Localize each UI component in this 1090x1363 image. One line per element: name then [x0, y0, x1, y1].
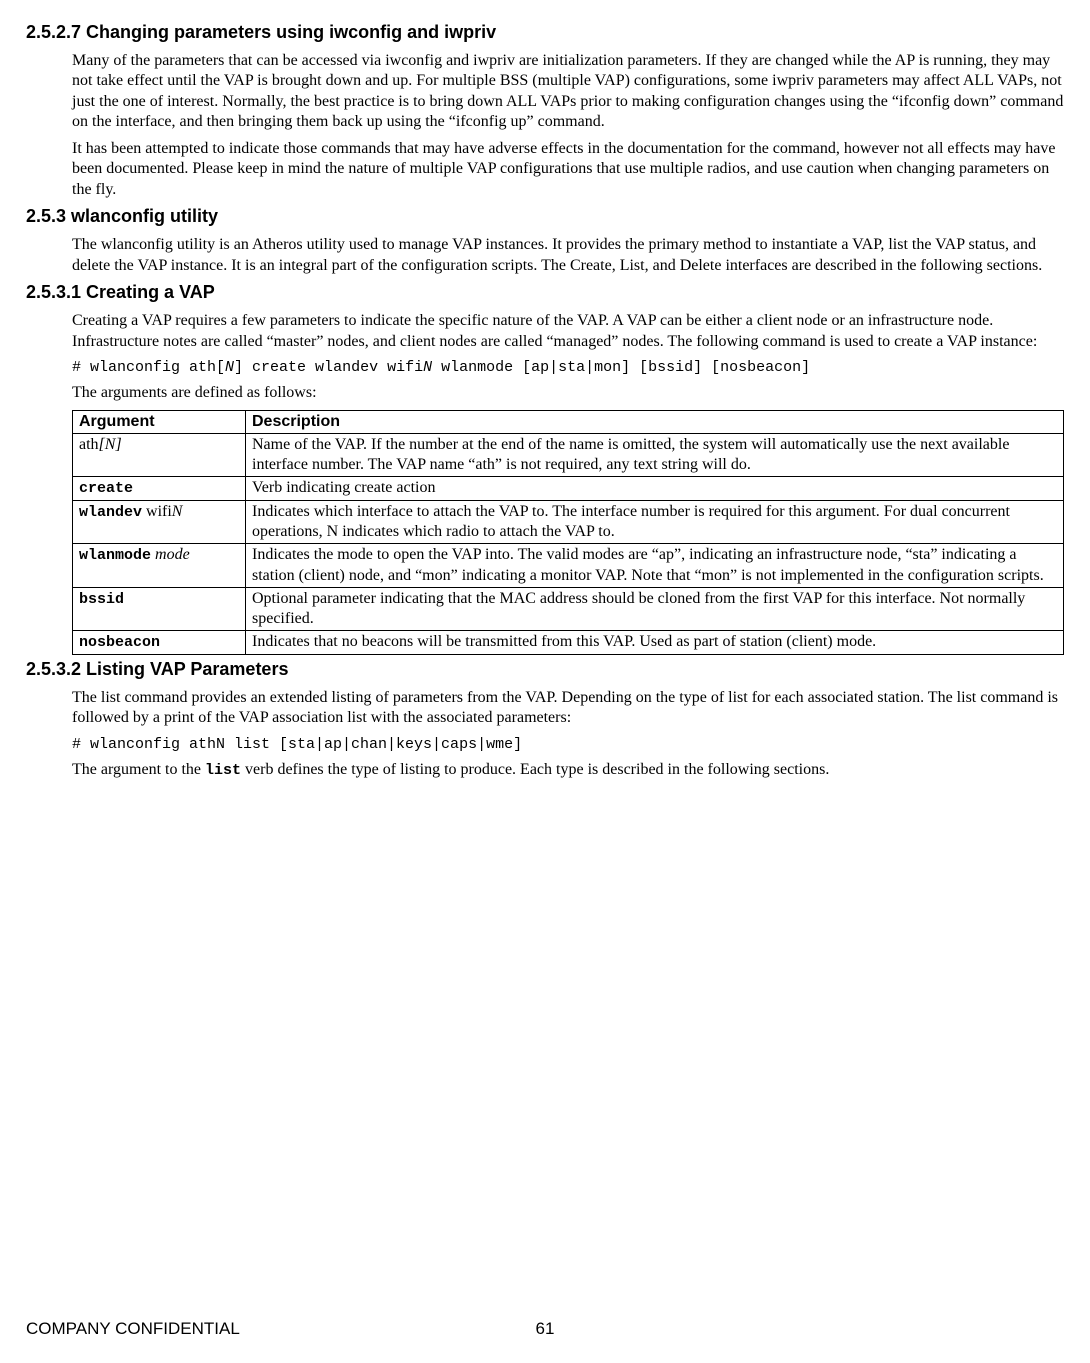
table-row: nosbeaconIndicates that no beacons will … — [73, 631, 1064, 655]
section-body-2.5.3.2: The list command provides an extended li… — [72, 688, 1064, 781]
description-cell: Indicates the mode to open the VAP into.… — [246, 544, 1064, 587]
argument-cell: wlanmode mode — [73, 544, 246, 587]
description-cell: Indicates which interface to attach the … — [246, 501, 1064, 544]
table-row: createVerb indicating create action — [73, 477, 1064, 501]
argument-cell: create — [73, 477, 246, 501]
section-heading-2.5.2.7: 2.5.2.7 Changing parameters using iwconf… — [26, 22, 1064, 43]
table-header-argument: Argument — [73, 410, 246, 433]
argument-cell: ath[N] — [73, 433, 246, 476]
footer-page-number: 61 — [536, 1319, 555, 1339]
command-line: # wlanconfig athN list [sta|ap|chan|keys… — [72, 735, 1064, 754]
argument-cell: nosbeacon — [73, 631, 246, 655]
table-row: wlanmode modeIndicates the mode to open … — [73, 544, 1064, 587]
paragraph: The wlanconfig utility is an Atheros uti… — [72, 235, 1064, 276]
table-header-description: Description — [246, 410, 1064, 433]
section-heading-2.5.3: 2.5.3 wlanconfig utility — [26, 206, 1064, 227]
paragraph: The list command provides an extended li… — [72, 688, 1064, 729]
paragraph: Creating a VAP requires a few parameters… — [72, 311, 1064, 352]
description-cell: Optional parameter indicating that the M… — [246, 587, 1064, 630]
description-cell: Verb indicating create action — [246, 477, 1064, 501]
argument-cell: bssid — [73, 587, 246, 630]
section-body-2.5.2.7: Many of the parameters that can be acces… — [72, 51, 1064, 200]
paragraph: It has been attempted to indicate those … — [72, 139, 1064, 200]
paragraph: The argument to the list verb defines th… — [72, 760, 1064, 780]
table-row: wlandev wifiNIndicates which interface t… — [73, 501, 1064, 544]
section-heading-2.5.3.1: 2.5.3.1 Creating a VAP — [26, 282, 1064, 303]
command-line: # wlanconfig ath[N] create wlandev wifiN… — [72, 358, 1064, 377]
footer: COMPANY CONFIDENTIAL 61 — [26, 1319, 1064, 1339]
table-row: bssidOptional parameter indicating that … — [73, 587, 1064, 630]
paragraph: The arguments are defined as follows: — [72, 383, 1064, 403]
section-body-2.5.3: The wlanconfig utility is an Atheros uti… — [72, 235, 1064, 276]
section-heading-2.5.3.2: 2.5.3.2 Listing VAP Parameters — [26, 659, 1064, 680]
section-body-2.5.3.1: Creating a VAP requires a few parameters… — [72, 311, 1064, 655]
arguments-table: Argument Description ath[N]Name of the V… — [72, 410, 1064, 655]
argument-cell: wlandev wifiN — [73, 501, 246, 544]
paragraph: Many of the parameters that can be acces… — [72, 51, 1064, 133]
description-cell: Indicates that no beacons will be transm… — [246, 631, 1064, 655]
description-cell: Name of the VAP. If the number at the en… — [246, 433, 1064, 476]
table-row: ath[N]Name of the VAP. If the number at … — [73, 433, 1064, 476]
footer-confidential: COMPANY CONFIDENTIAL — [26, 1319, 240, 1338]
